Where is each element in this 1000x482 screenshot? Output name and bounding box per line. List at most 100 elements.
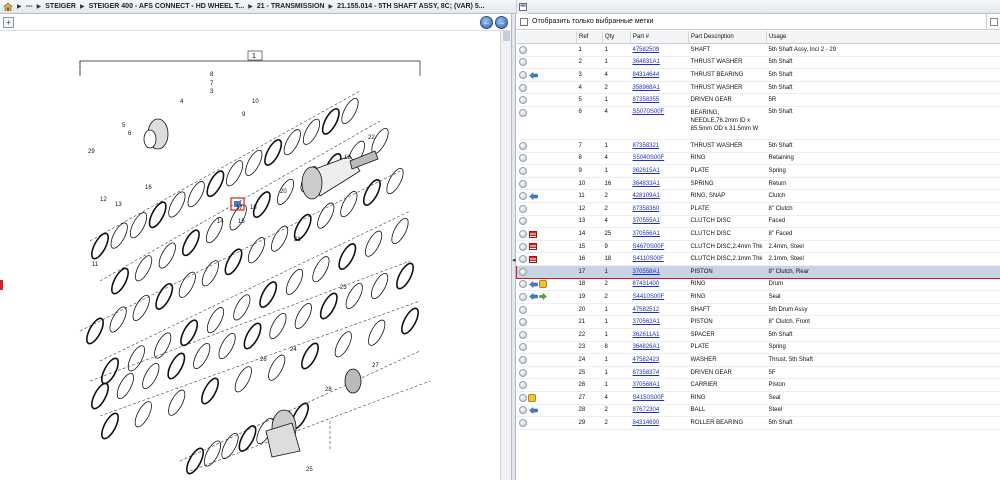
- diagram-ring[interactable]: [99, 356, 122, 386]
- col-header-ref[interactable]: Ref: [577, 31, 603, 44]
- diagram-ring[interactable]: [165, 351, 188, 381]
- panel-menu-icon[interactable]: [986, 14, 1000, 30]
- part-number-link[interactable]: 47582423: [633, 357, 660, 363]
- diagram-ring[interactable]: [317, 291, 340, 321]
- print-icon[interactable]: +: [3, 17, 14, 28]
- diagram-ring[interactable]: [281, 127, 304, 157]
- diagram-ring[interactable]: [201, 439, 224, 469]
- row-expand-icon[interactable]: [519, 230, 527, 238]
- diagram-ring[interactable]: [319, 106, 342, 136]
- col-header-qty[interactable]: Qty: [603, 31, 631, 44]
- part-number-link[interactable]: 84314690: [633, 420, 660, 426]
- diagram-ring[interactable]: [236, 424, 259, 454]
- row-expand-icon[interactable]: [519, 46, 527, 54]
- part-number-link[interactable]: S5040S00F: [633, 155, 665, 161]
- diagram-ring[interactable]: [283, 267, 306, 297]
- diagram-ring[interactable]: [178, 318, 201, 348]
- part-number-link[interactable]: 364831A1: [633, 59, 660, 65]
- callout-label[interactable]: 13: [115, 202, 122, 208]
- diagram-ring[interactable]: [309, 254, 332, 284]
- breadcrumb-item-section[interactable]: 21 - TRANSMISSION: [257, 3, 325, 10]
- row-expand-icon[interactable]: [519, 217, 527, 225]
- diagram-ring[interactable]: [176, 270, 199, 300]
- diagram-ring[interactable]: [230, 292, 253, 322]
- table-row[interactable]: 21364831A1THRUST WASHER5th Shaft: [517, 56, 1000, 69]
- diagram-ring[interactable]: [89, 381, 112, 411]
- table-row[interactable]: 3484314644THRUST BEARING5th Shaft: [517, 69, 1000, 82]
- part-number-link[interactable]: 370558A1: [633, 269, 660, 275]
- table-row[interactable]: 211370562A1PISTON8" Clutch, Front: [517, 316, 1000, 329]
- diagram-ring[interactable]: [266, 311, 289, 341]
- diagram-ring[interactable]: [384, 166, 407, 196]
- diagram-ring[interactable]: [332, 329, 355, 359]
- note-icon[interactable]: [539, 280, 547, 288]
- row-expand-icon[interactable]: [519, 205, 527, 213]
- col-header-usage[interactable]: Usage: [767, 31, 1000, 44]
- part-number-link[interactable]: 47582509: [633, 47, 660, 53]
- breadcrumb-item-model[interactable]: STEIGER 400 - AFS CONNECT - HD WHEEL T..…: [89, 3, 245, 10]
- part-number-link[interactable]: 87672304: [633, 407, 660, 413]
- back-arrow-icon[interactable]: ←: [480, 16, 493, 29]
- row-expand-icon[interactable]: [519, 192, 527, 200]
- part-number-link[interactable]: 362615A1: [633, 168, 660, 174]
- diagram-ring[interactable]: [399, 306, 422, 336]
- diagram-ring[interactable]: [179, 228, 202, 258]
- diagram-ring[interactable]: [204, 305, 227, 335]
- part-number-link[interactable]: S4670S00F: [633, 244, 665, 250]
- callout-label[interactable]: 15: [238, 219, 245, 225]
- diagram-ring[interactable]: [389, 216, 412, 246]
- replacement-info-icon[interactable]: [529, 193, 538, 200]
- table-row[interactable]: 134370555A1CLUTCH DISCFaced: [517, 215, 1000, 228]
- table-row[interactable]: 18287431400RINGDrum: [517, 278, 1000, 291]
- diagram-ring[interactable]: [114, 371, 137, 401]
- row-expand-icon[interactable]: [519, 255, 527, 263]
- breadcrumb-item-brand[interactable]: STEIGER: [45, 3, 76, 10]
- home-icon[interactable]: [3, 2, 13, 11]
- table-row-selected[interactable]: 171370558A1PISTON8" Clutch, Rear: [517, 266, 1000, 279]
- part-number-link[interactable]: 370568A1: [633, 382, 660, 388]
- part-number-link[interactable]: 87431400: [633, 281, 660, 287]
- diagram-ring[interactable]: [89, 231, 112, 261]
- table-row[interactable]: 84S5040S00FRINGRetaining: [517, 152, 1000, 165]
- row-expand-icon[interactable]: [519, 167, 527, 175]
- callout-label[interactable]: 7: [210, 81, 214, 87]
- replacement-info-icon[interactable]: [529, 407, 538, 414]
- diagram-ring[interactable]: [139, 361, 162, 391]
- table-row[interactable]: 1425370556A1CLUTCH DISC8" Faced: [517, 228, 1000, 241]
- table-row[interactable]: 64S5070S00FBEARING, NEEDLE,76.2mm ID x 8…: [517, 107, 1000, 140]
- row-expand-icon[interactable]: [519, 293, 527, 301]
- table-row[interactable]: 1618S4110S00FCLUTCH DISC,2.1mm Thk2.1mm,…: [517, 253, 1000, 266]
- table-row[interactable]: 159S4670S00FCLUTCH DISC,2.4mm Thk2.4mm, …: [517, 240, 1000, 253]
- table-row[interactable]: 28287672304BALLSteel: [517, 404, 1000, 417]
- diagram-ring[interactable]: [132, 253, 155, 283]
- diagram-ring[interactable]: [336, 242, 359, 272]
- part-number-link[interactable]: 370556A1: [633, 231, 660, 237]
- table-row[interactable]: 91362615A1PLATESpring: [517, 165, 1000, 178]
- row-expand-icon[interactable]: [519, 154, 527, 162]
- note-icon[interactable]: [528, 394, 536, 402]
- callout-label[interactable]: 28: [325, 387, 332, 393]
- row-expand-icon[interactable]: [519, 280, 527, 288]
- diagram-ring[interactable]: [242, 148, 265, 178]
- diagram-ring[interactable]: [156, 241, 179, 271]
- col-header-description[interactable]: Part Description: [689, 31, 767, 44]
- part-number-link[interactable]: S4410S00F: [633, 294, 665, 300]
- diagram-ring[interactable]: [199, 376, 222, 406]
- row-expand-icon[interactable]: [519, 318, 527, 326]
- diagram-ring[interactable]: [257, 280, 280, 310]
- callout-label[interactable]: 16: [145, 185, 152, 191]
- callout-label[interactable]: 6: [128, 131, 132, 137]
- diagram-ring[interactable]: [360, 178, 383, 208]
- part-number-link[interactable]: 87358360: [633, 206, 660, 212]
- forward-arrow-icon[interactable]: [539, 293, 547, 300]
- table-row[interactable]: 24147582423WASHERThrust, 5th Shaft: [517, 354, 1000, 367]
- callout-label[interactable]: 9: [242, 112, 246, 118]
- part-number-link[interactable]: 87358355: [633, 97, 660, 103]
- table-row[interactable]: 1016364833A1SPRINGReturn: [517, 177, 1000, 190]
- diagram-ring[interactable]: [365, 318, 388, 348]
- part-number-link[interactable]: 87358374: [633, 370, 660, 376]
- table-row[interactable]: 25187358374DRIVEN GEAR5F: [517, 366, 1000, 379]
- callout-label[interactable]: 29: [88, 149, 95, 155]
- table-row[interactable]: 238364826A1PLATESpring: [517, 341, 1000, 354]
- table-row[interactable]: 274S4150S00FRINGSeal: [517, 391, 1000, 404]
